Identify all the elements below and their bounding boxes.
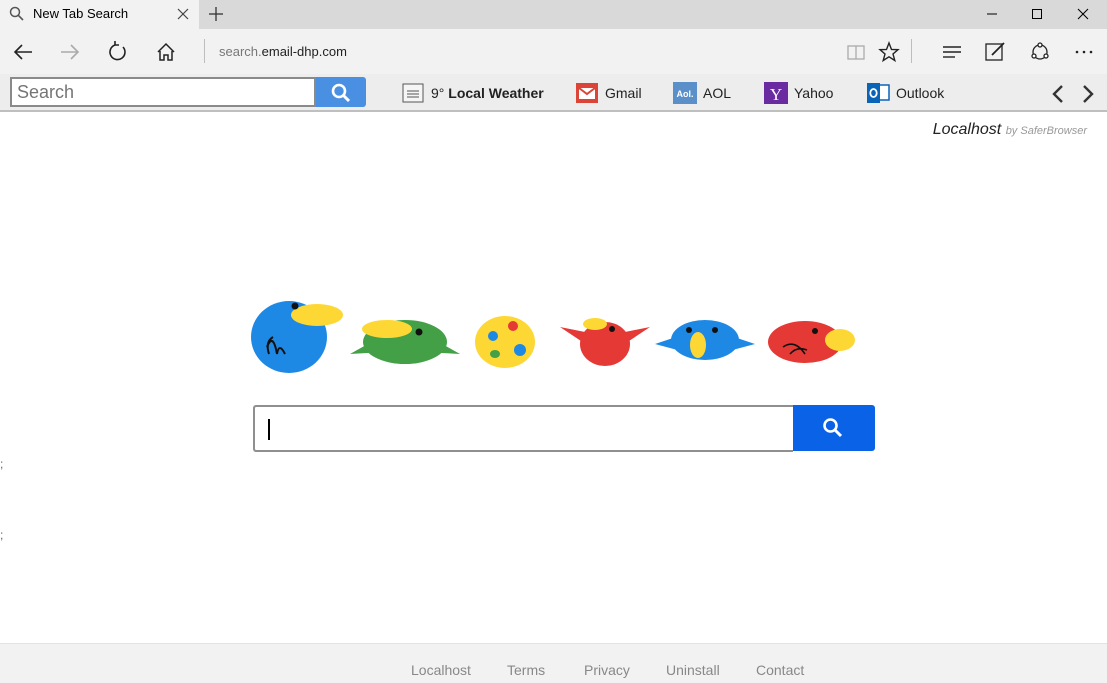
outlook-label: Outlook	[896, 85, 945, 101]
maximize-button[interactable]	[1014, 0, 1060, 29]
red-bird-image	[560, 318, 650, 366]
hub-icon	[943, 46, 961, 58]
brand-label: Localhost by SaferBrowser	[933, 121, 1087, 139]
outlook-icon	[866, 81, 890, 105]
navigation-bar: search.email-dhp.com	[0, 29, 1107, 74]
home-button[interactable]	[151, 37, 181, 67]
stray-text: ;	[0, 457, 4, 471]
outlook-link[interactable]: Outlook	[866, 81, 944, 105]
brand-by: by SaferBrowser	[1005, 125, 1087, 137]
aol-icon: Aol.	[673, 81, 697, 105]
refresh-icon	[109, 41, 126, 61]
footer-link-contact[interactable]: Contact	[756, 662, 804, 678]
red-beak-bird-image	[768, 321, 855, 363]
minimize-icon	[987, 13, 997, 15]
book-icon	[847, 45, 865, 60]
gmail-link[interactable]: Gmail	[575, 81, 642, 105]
weather-temp: 9°	[431, 85, 445, 101]
refresh-button[interactable]	[103, 37, 133, 67]
web-note-icon	[985, 42, 1005, 61]
address-domain: email-dhp.com	[261, 44, 347, 59]
gmail-label: Gmail	[605, 85, 642, 101]
favorite-button[interactable]	[874, 37, 904, 67]
minimize-button[interactable]	[969, 0, 1015, 29]
main-search-button[interactable]	[793, 405, 875, 451]
weather-icon	[401, 81, 425, 105]
footer: Localhost Terms Privacy Uninstall Contac…	[0, 643, 1107, 683]
yahoo-label: Yahoo	[794, 85, 834, 101]
yellow-egg-image	[475, 316, 535, 368]
yahoo-link[interactable]: Y Yahoo	[764, 81, 833, 105]
title-bar: New Tab Search	[0, 0, 1107, 29]
forward-arrow-icon	[61, 44, 80, 60]
new-tab-icon[interactable]	[207, 5, 225, 23]
yahoo-icon: Y	[764, 81, 788, 105]
toolbar-search-button[interactable]	[316, 77, 366, 107]
toolbar-search-input[interactable]	[10, 77, 316, 107]
footer-link-terms[interactable]: Terms	[507, 662, 545, 678]
gmail-icon	[575, 81, 599, 105]
address-prefix: search.	[219, 44, 262, 59]
browser-tab[interactable]: New Tab Search	[0, 0, 199, 29]
tab-title: New Tab Search	[33, 6, 129, 21]
reading-view-button[interactable]	[841, 37, 871, 67]
main-search-input[interactable]	[253, 405, 793, 452]
text-cursor	[268, 419, 270, 440]
web-note-button[interactable]	[980, 37, 1010, 67]
footer-link-privacy[interactable]: Privacy	[584, 662, 630, 678]
more-button[interactable]	[1069, 37, 1099, 67]
close-window-button[interactable]	[1060, 0, 1106, 29]
brand-name: Localhost	[932, 121, 1002, 138]
search-icon	[9, 6, 24, 21]
stray-text: ;	[0, 528, 4, 542]
blue-flying-bird-image	[655, 320, 755, 360]
more-icon	[1075, 50, 1093, 54]
separator	[911, 39, 912, 63]
local-weather-link[interactable]: 9° Local Weather	[401, 81, 544, 105]
back-button[interactable]	[8, 37, 38, 67]
extension-toolbar: 9° Local Weather Gmail Aol. AOL Y Yahoo …	[0, 74, 1107, 112]
weather-label: Local Weather	[448, 85, 544, 101]
green-bird-image	[350, 320, 460, 364]
chevron-right-icon[interactable]	[1079, 84, 1097, 104]
search-icon	[823, 418, 843, 438]
forward-button[interactable]	[55, 37, 85, 67]
home-icon	[157, 42, 175, 61]
footer-link-localhost[interactable]: Localhost	[411, 662, 471, 678]
footer-link-uninstall[interactable]: Uninstall	[666, 662, 720, 678]
aol-icon-text: Aol.	[677, 89, 694, 99]
birds-logo	[251, 301, 855, 373]
svg-text:Y: Y	[770, 85, 782, 104]
aol-link[interactable]: Aol. AOL	[673, 81, 731, 105]
back-arrow-icon	[13, 44, 32, 60]
hub-button[interactable]	[937, 37, 967, 67]
share-button[interactable]	[1025, 37, 1055, 67]
close-tab-icon[interactable]	[175, 6, 191, 22]
address-bar[interactable]: search.email-dhp.com	[219, 44, 347, 59]
maximize-icon	[1032, 9, 1042, 19]
search-icon	[331, 83, 351, 103]
star-icon	[878, 41, 900, 63]
blue-bird-image	[251, 301, 343, 373]
close-icon	[1077, 8, 1089, 20]
separator	[204, 39, 205, 63]
chevron-left-icon[interactable]	[1049, 84, 1067, 104]
share-icon	[1031, 42, 1049, 60]
aol-label: AOL	[703, 85, 732, 101]
